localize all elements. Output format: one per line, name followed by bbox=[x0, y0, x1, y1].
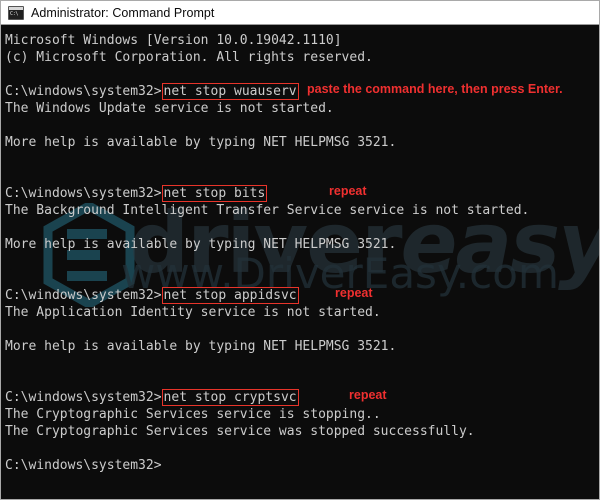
console-command-line: C:\windows\system32> net stop bits bbox=[5, 184, 268, 202]
command-prompt-window: Administrator: Command Prompt drivereasy… bbox=[0, 0, 600, 500]
highlighted-command[interactable]: net stop bits bbox=[161, 184, 268, 202]
annotation-label: repeat bbox=[329, 184, 367, 198]
console-prompt: C:\windows\system32> bbox=[5, 84, 162, 99]
console-output-line: More help is available by typing NET HEL… bbox=[5, 237, 397, 252]
console-prompt: C:\windows\system32> bbox=[5, 458, 162, 473]
console-output-line: (c) Microsoft Corporation. All rights re… bbox=[5, 50, 373, 65]
window-title: Administrator: Command Prompt bbox=[31, 5, 215, 20]
highlighted-command[interactable]: net stop appidsvc bbox=[161, 286, 299, 304]
console-prompt: C:\windows\system32> bbox=[5, 390, 162, 405]
console-command-line: C:\windows\system32> net stop cryptsvc bbox=[5, 388, 299, 406]
console-output-line: More help is available by typing NET HEL… bbox=[5, 339, 397, 354]
console-output-line: The Application Identity service is not … bbox=[5, 305, 381, 320]
title-bar[interactable]: Administrator: Command Prompt bbox=[1, 1, 599, 25]
console-output-line: The Cryptographic Services service was s… bbox=[5, 424, 475, 439]
console-output-line: The Windows Update service is not starte… bbox=[5, 101, 334, 116]
annotation-label: repeat bbox=[349, 388, 387, 402]
highlighted-command[interactable]: net stop cryptsvc bbox=[161, 388, 299, 406]
console-command-line: C:\windows\system32> net stop appidsvc bbox=[5, 286, 299, 304]
console-command-line: C:\windows\system32> bbox=[5, 457, 162, 474]
console-prompt: C:\windows\system32> bbox=[5, 186, 162, 201]
console-command-line: C:\windows\system32> net stop wuauserv bbox=[5, 82, 299, 100]
console-output-line: The Background Intelligent Transfer Serv… bbox=[5, 203, 530, 218]
console-output-line: The Cryptographic Services service is st… bbox=[5, 407, 381, 422]
command-prompt-icon bbox=[8, 5, 24, 20]
annotation-label: paste the command here, then press Enter… bbox=[307, 82, 563, 96]
console-output-line: More help is available by typing NET HEL… bbox=[5, 135, 397, 150]
console-output-area[interactable]: drivereasy www.DriverEasy.com Microsoft … bbox=[1, 25, 599, 499]
highlighted-command[interactable]: net stop wuauserv bbox=[161, 82, 299, 100]
console-output-line: Microsoft Windows [Version 10.0.19042.11… bbox=[5, 33, 342, 48]
console-prompt: C:\windows\system32> bbox=[5, 288, 162, 303]
annotation-label: repeat bbox=[335, 286, 373, 300]
